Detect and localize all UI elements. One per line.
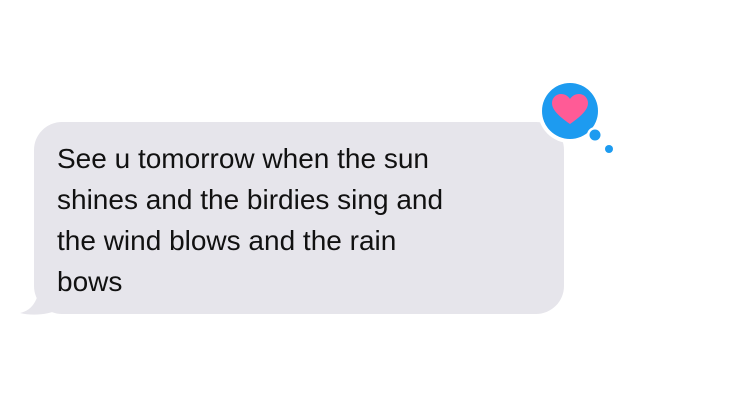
received-message-text: See u tomorrow when the sun shines and t… xyxy=(57,143,444,297)
message-canvas: See u tomorrow when the sun shines and t… xyxy=(0,0,750,416)
received-message-row: See u tomorrow when the sun shines and t… xyxy=(0,0,750,416)
heart-tapback-badge[interactable] xyxy=(530,76,620,158)
